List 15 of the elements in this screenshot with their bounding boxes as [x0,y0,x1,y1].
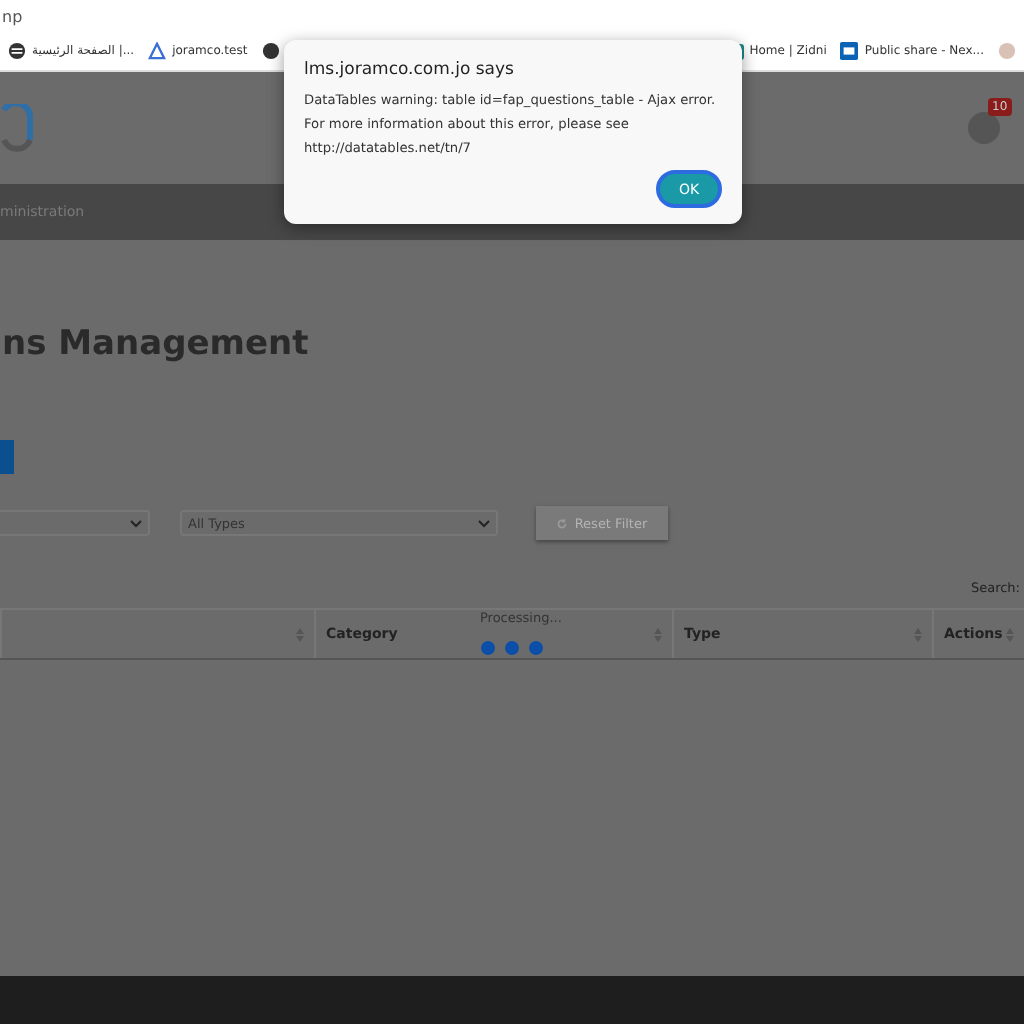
logo-icon [0,104,36,152]
avatar[interactable] [968,112,1000,144]
category-select[interactable] [0,510,150,536]
address-text[interactable]: np [2,7,23,25]
caret-icon [478,519,490,527]
folder-icon [840,42,859,60]
caret-icon [130,519,142,527]
dialog-title: lms.joramco.com.jo says [304,60,516,80]
loading-dots-icon [480,640,544,656]
globe-icon [8,42,26,60]
add-button[interactable] [0,440,14,474]
triangle-icon [148,42,167,60]
round-icon [998,42,1016,60]
refresh-icon [556,517,569,529]
page-title: ns Management [2,324,311,364]
